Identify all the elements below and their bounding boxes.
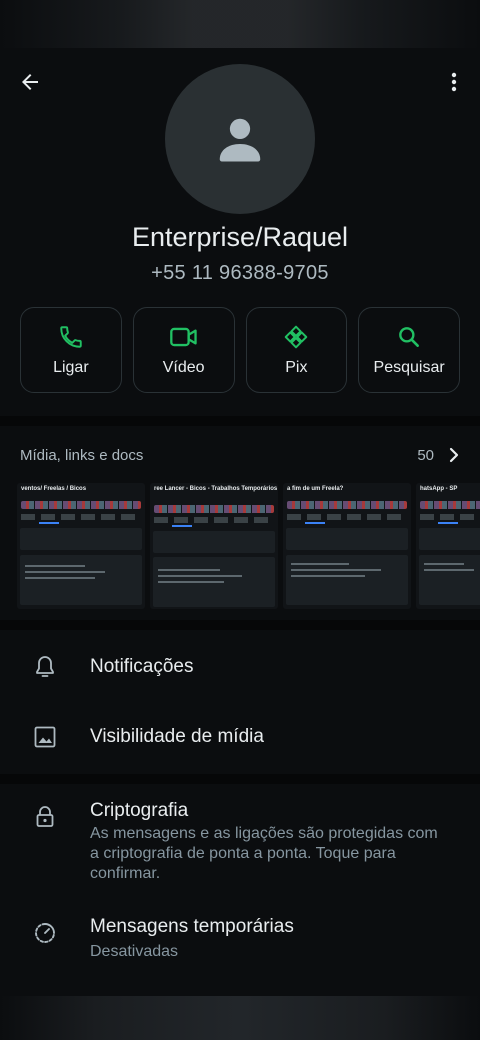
media-thumbnail[interactable]: ree Lancer - Bicos - Trabalhos Temporári… <box>150 483 278 609</box>
media-title: Mídia, links e docs <box>20 446 144 464</box>
video-button[interactable]: Vídeo <box>132 307 235 393</box>
lock-icon <box>36 806 54 827</box>
thumbnail-tab-indicator <box>305 522 325 524</box>
thumbnail-tabs <box>21 514 141 520</box>
thumbnail-avatars <box>420 501 480 509</box>
status-bar <box>0 0 480 48</box>
media-thumbnail[interactable]: ventos/ Freelas / Bicos <box>17 483 145 609</box>
timer-icon <box>35 923 55 943</box>
section-divider <box>0 774 480 784</box>
search-label: Pesquisar <box>373 359 445 376</box>
pix-button[interactable]: Pix <box>245 307 348 393</box>
section-divider <box>0 416 480 426</box>
encryption-item[interactable]: Criptografia As mensagens e as ligações … <box>0 786 480 896</box>
thumbnail-tabs <box>420 514 480 520</box>
thumbnail-avatars <box>21 501 141 509</box>
media-thumbnail[interactable]: a fim de um Freela? <box>283 483 411 609</box>
thumbnail-tabs <box>287 514 407 520</box>
thumbnail-avatars <box>287 501 407 509</box>
notifications-label: Notificações <box>90 656 194 677</box>
pix-icon <box>285 325 308 349</box>
media-visibility-item[interactable]: Visibilidade de mídia <box>0 702 480 772</box>
thumbnail-line <box>25 577 95 579</box>
disappearing-messages-title: Mensagens temporárias <box>90 916 294 937</box>
bell-icon <box>36 656 54 677</box>
notifications-item[interactable]: Notificações <box>0 632 480 702</box>
image-icon <box>34 726 56 748</box>
contact-avatar[interactable] <box>165 64 315 214</box>
thumbnail-card <box>286 528 408 550</box>
media-count: 50 <box>417 446 434 464</box>
thumbnail-tabs <box>154 517 274 523</box>
media-thumbnail[interactable]: hatsApp - SP <box>416 483 480 609</box>
search-icon <box>399 327 420 347</box>
contact-name: Enterprise/Raquel <box>131 222 349 252</box>
thumbnail-card <box>20 528 142 550</box>
encryption-description: As mensagens e as ligações são protegida… <box>90 825 438 882</box>
search-button[interactable]: Pesquisar <box>358 307 460 393</box>
thumbnail-tab-indicator <box>438 522 458 524</box>
thumbnail-title: a fim de um Freela? <box>287 486 344 492</box>
back-button[interactable] <box>12 64 48 100</box>
thumbnail-line <box>424 563 464 565</box>
thumbnail-line <box>291 569 381 571</box>
media-visibility-label: Visibilidade de mídia <box>90 726 264 747</box>
encryption-title: Criptografia <box>90 800 189 821</box>
thumbnail-tab-indicator <box>172 525 192 527</box>
arrow-back-icon <box>22 74 38 90</box>
navigation-bar <box>0 996 480 1040</box>
video-label: Vídeo <box>162 359 205 376</box>
thumbnail-line <box>25 571 105 573</box>
media-thumbnails: ventos/ Freelas / Bicos ree Lancer - Bic… <box>17 483 480 609</box>
phone-icon <box>60 326 82 348</box>
disappearing-messages-status: Desativadas <box>90 943 179 960</box>
call-button[interactable]: Ligar <box>20 307 122 393</box>
pix-label: Pix <box>285 359 308 376</box>
person-icon <box>219 118 261 162</box>
contact-phone: +55 11 96388-9705 <box>151 262 329 284</box>
thumbnail-tab-indicator <box>39 522 59 524</box>
thumbnail-line <box>291 575 365 577</box>
more-options-button[interactable] <box>436 64 472 100</box>
thumbnail-line <box>158 569 220 571</box>
video-icon <box>169 327 197 347</box>
thumbnail-card <box>419 528 480 550</box>
thumbnail-line <box>158 575 242 577</box>
media-links-docs-header[interactable]: Mídia, links e docs 50 <box>20 444 460 466</box>
action-buttons-row: Ligar Vídeo Pix Pesquisar <box>20 307 460 393</box>
thumbnail-card <box>20 555 142 605</box>
call-label: Ligar <box>53 359 89 376</box>
thumbnail-line <box>25 565 85 567</box>
thumbnail-avatars <box>154 505 274 513</box>
thumbnail-title: ree Lancer - Bicos - Trabalhos Temporári… <box>154 486 278 492</box>
contact-info-screen: Enterprise/Raquel +55 11 96388-9705 Liga… <box>0 0 480 1040</box>
thumbnail-line <box>291 563 349 565</box>
chevron-right-icon <box>449 447 459 463</box>
disappearing-messages-item[interactable]: Mensagens temporárias Desativadas <box>0 906 480 980</box>
thumbnail-title: hatsApp - SP <box>420 486 458 492</box>
section-divider <box>0 620 480 630</box>
thumbnail-line <box>424 569 474 571</box>
thumbnail-line <box>158 581 224 583</box>
more-vert-icon <box>451 72 457 92</box>
thumbnail-card <box>153 531 275 553</box>
thumbnail-title: ventos/ Freelas / Bicos <box>21 486 87 492</box>
